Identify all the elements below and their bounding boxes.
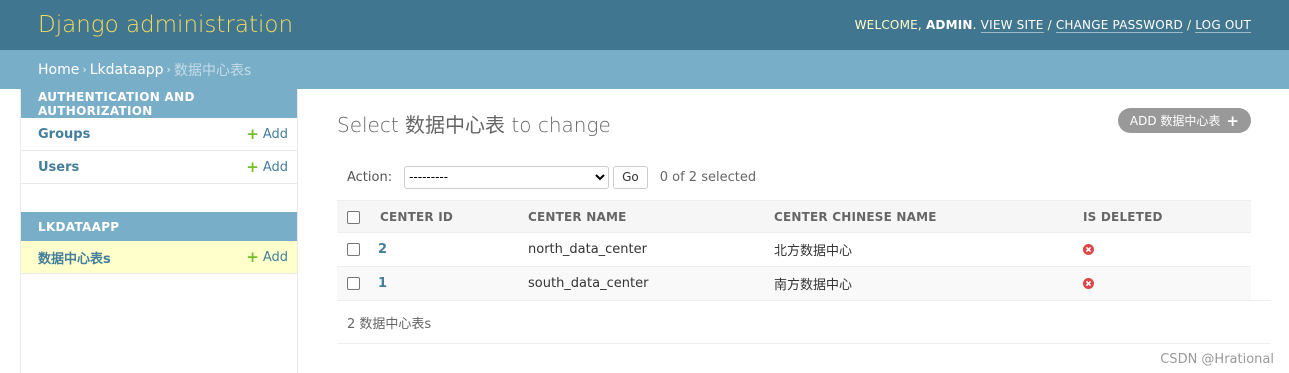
center-id-link[interactable]: 2 — [378, 242, 387, 257]
action-select[interactable]: --------- — [404, 165, 610, 189]
plus-icon: + — [1226, 111, 1239, 130]
is-deleted-cell — [1083, 232, 1251, 267]
select-all-checkbox[interactable] — [347, 210, 360, 224]
module-caption-lkdataapp[interactable]: LKDATAAPP — [21, 212, 297, 241]
sidebar-item-groups: Groups + Add — [21, 118, 297, 151]
add-label: Add — [262, 126, 288, 142]
add-button-label: ADD 数据中心表 — [1129, 114, 1221, 128]
column-header-is-deleted[interactable]: IS DELETED — [1083, 200, 1251, 233]
center-id-link[interactable]: 1 — [378, 276, 387, 291]
table-row: 2 north_data_center 北方数据中心 — [337, 232, 1251, 267]
actions-bar: Action: --------- Go 0 of 2 selected — [337, 165, 1251, 189]
groups-add-link[interactable]: + Add — [246, 124, 288, 143]
center-name-cell: north_data_center — [528, 232, 774, 267]
row-checkbox-cell — [337, 232, 370, 267]
header: Django administration WELCOME, ADMIN. VI… — [0, 0, 1289, 50]
table-header-row: CENTER ID CENTER NAME CENTER CHINESE NAM… — [337, 200, 1251, 233]
breadcrumb-home[interactable]: Home — [38, 62, 79, 78]
groups-link[interactable]: Groups — [38, 127, 90, 142]
user-tools: WELCOME, ADMIN. VIEW SITE / CHANGE PASSW… — [854, 18, 1251, 33]
selected-count: 0 of 2 selected — [659, 169, 757, 185]
nav-sidebar: AUTHENTICATION AND AUTHORIZATION Groups … — [20, 89, 298, 373]
center-chinese-name-cell: 南方数据中心 — [774, 266, 1083, 301]
users-link[interactable]: Users — [38, 160, 79, 175]
add-label: Add — [262, 249, 288, 265]
false-icon — [1083, 278, 1094, 289]
center-name-cell: south_data_center — [528, 266, 774, 301]
module-caption-auth[interactable]: AUTHENTICATION AND AUTHORIZATION — [21, 89, 297, 118]
table-row: 1 south_data_center 南方数据中心 — [337, 266, 1251, 301]
plus-icon: + — [246, 157, 259, 176]
false-icon — [1083, 244, 1094, 255]
watermark: CSDN @Hrational — [1160, 352, 1274, 367]
change-password-link[interactable]: CHANGE PASSWORD — [1055, 18, 1183, 33]
view-site-link[interactable]: VIEW SITE — [980, 18, 1044, 33]
module-auth: AUTHENTICATION AND AUTHORIZATION Groups … — [21, 89, 297, 184]
add-label: Add — [262, 159, 288, 175]
welcome-text: WELCOME, — [854, 18, 922, 32]
row-checkbox[interactable] — [347, 243, 360, 256]
breadcrumb-separator: › — [82, 63, 87, 76]
select-all-header — [337, 200, 370, 233]
action-label: Action: — [347, 169, 393, 185]
site-name[interactable]: Django administration — [38, 12, 293, 38]
users-add-link[interactable]: + Add — [246, 157, 288, 176]
result-list-table: CENTER ID CENTER NAME CENTER CHINESE NAM… — [337, 200, 1251, 301]
plus-icon: + — [246, 124, 259, 143]
row-checkbox[interactable] — [347, 277, 360, 290]
column-header-center-chinese-name[interactable]: CENTER CHINESE NAME — [774, 200, 1083, 233]
username: ADMIN — [925, 18, 973, 32]
module-lkdataapp: LKDATAAPP 数据中心表s + Add — [21, 212, 297, 274]
center-chinese-name-cell: 北方数据中心 — [774, 232, 1083, 267]
add-datacenter-button[interactable]: ADD 数据中心表 + — [1117, 108, 1251, 133]
column-header-center-id[interactable]: CENTER ID — [370, 200, 528, 233]
datacenter-link[interactable]: 数据中心表s — [38, 248, 111, 267]
breadcrumb-separator: › — [166, 63, 171, 76]
is-deleted-cell — [1083, 266, 1251, 301]
sidebar-item-datacenter: 数据中心表s + Add — [21, 241, 297, 274]
go-button[interactable]: Go — [613, 165, 648, 189]
paginator: 2 数据中心表s — [337, 300, 1271, 344]
breadcrumb-app[interactable]: Lkdataapp — [90, 62, 164, 78]
row-checkbox-cell — [337, 266, 370, 301]
datacenter-add-link[interactable]: + Add — [246, 247, 288, 266]
column-header-center-name[interactable]: CENTER NAME — [528, 200, 774, 233]
plus-icon: + — [246, 247, 259, 266]
breadcrumb-current: 数据中心表s — [173, 62, 252, 79]
page-title: Select 数据中心表 to change — [337, 113, 611, 137]
sidebar-item-users: Users + Add — [21, 151, 297, 184]
breadcrumb: Home › Lkdataapp › 数据中心表s — [0, 50, 1289, 89]
log-out-link[interactable]: LOG OUT — [1195, 18, 1251, 33]
